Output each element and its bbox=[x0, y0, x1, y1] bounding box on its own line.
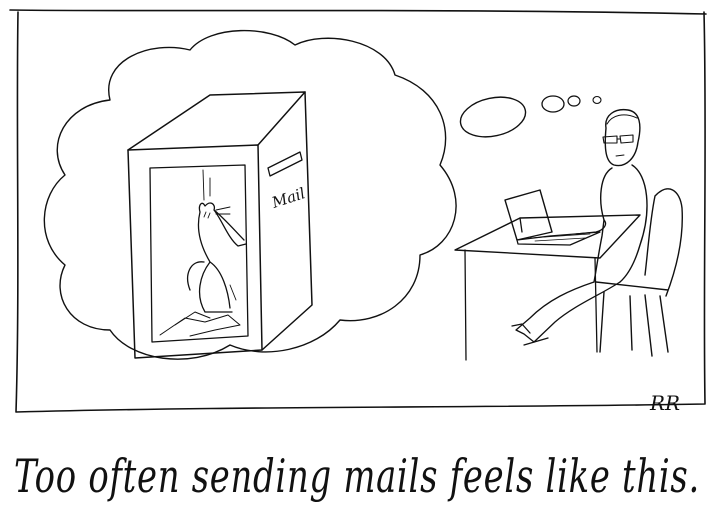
man-illustration bbox=[511, 108, 648, 346]
mailbox-label: Mail bbox=[269, 184, 308, 212]
comic-panel-canvas: Mail RR Too often sending mails feels li… bbox=[9, 9, 707, 503]
thought-cloud bbox=[43, 29, 457, 360]
thought-bubbles bbox=[459, 95, 602, 138]
mailbox-illustration: Mail bbox=[127, 91, 313, 359]
comic-caption: Too often sending mails feels like this. bbox=[14, 449, 700, 503]
desk-illustration bbox=[454, 189, 641, 361]
artist-signature: RR bbox=[649, 391, 680, 415]
chair-illustration bbox=[595, 188, 684, 357]
